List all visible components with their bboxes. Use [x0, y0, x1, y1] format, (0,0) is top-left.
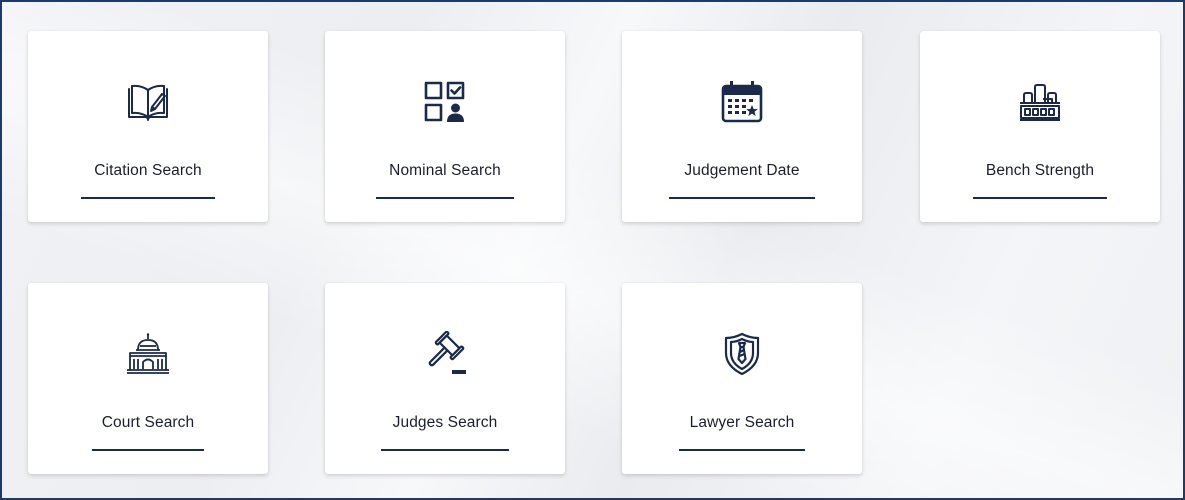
card-label: Court Search: [101, 414, 195, 431]
card-label: Lawyer Search: [689, 414, 795, 431]
card-underline: [376, 197, 514, 199]
judgement-date-card[interactable]: Judgement Date: [622, 31, 862, 222]
lawyer-search-card[interactable]: Lawyer Search: [622, 283, 862, 474]
card-label: Citation Search: [94, 162, 202, 179]
open-book-pencil-icon: [125, 79, 171, 125]
citation-search-card[interactable]: Citation Search: [28, 31, 268, 222]
search-options-panel: Citation Search Nominal Search Judgement…: [0, 0, 1185, 500]
card-underline: [92, 449, 204, 451]
card-underline: [381, 449, 509, 451]
shield-tie-icon: [719, 331, 765, 377]
card-underline: [81, 197, 215, 199]
card-label: Judges Search: [392, 414, 498, 431]
gavel-icon: [422, 331, 468, 377]
card-label: Judgement Date: [684, 162, 800, 179]
courthouse-icon: [125, 331, 171, 377]
court-search-card[interactable]: Court Search: [28, 283, 268, 474]
card-label: Nominal Search: [389, 162, 501, 179]
bench-icon: [1017, 79, 1063, 125]
calendar-star-icon: [719, 79, 765, 125]
bench-strength-card[interactable]: Bench Strength: [920, 31, 1160, 222]
checklist-user-icon: [422, 79, 468, 125]
nominal-search-card[interactable]: Nominal Search: [325, 31, 565, 222]
card-underline: [973, 197, 1107, 199]
card-label: Bench Strength: [985, 162, 1095, 179]
card-underline: [669, 197, 815, 199]
judges-search-card[interactable]: Judges Search: [325, 283, 565, 474]
card-underline: [679, 449, 805, 451]
